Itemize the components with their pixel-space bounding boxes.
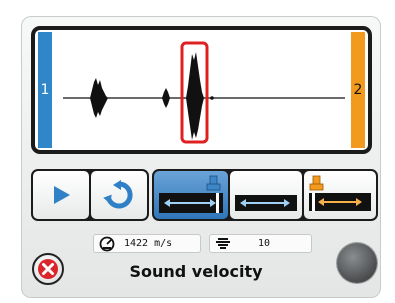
status-indicator[interactable] [337,243,377,283]
gauge-icon [99,236,115,251]
play-button[interactable] [33,171,89,219]
gain-readout: 10 [209,234,312,253]
reset-button[interactable] [91,171,147,219]
channel-transmission-icon [235,195,297,211]
echo-1 [90,78,108,118]
gain-icon [216,237,230,249]
close-button[interactable] [32,253,64,285]
mode-through-button[interactable] [154,171,228,219]
close-icon [38,259,58,279]
through-transmission-icon [159,175,223,213]
play-icon [54,186,70,204]
echo-2 [162,88,170,108]
refresh-icon [103,180,133,209]
page-title: Sound velocity [129,262,263,281]
reflection-icon [309,175,371,211]
mode-controls [152,169,378,221]
mode-channel-button[interactable] [230,171,302,219]
velocity-readout: 1422 m/s [93,234,201,253]
velocity-value: 1422 m/s [124,238,173,249]
mode-reflection-button[interactable] [304,171,376,219]
marker-dot [210,96,214,100]
waveform-graph [63,41,345,144]
waveform-panel: 1 2 [31,26,372,154]
playback-controls [31,169,149,221]
gain-value: 10 [258,238,271,249]
echo-main [186,52,204,140]
